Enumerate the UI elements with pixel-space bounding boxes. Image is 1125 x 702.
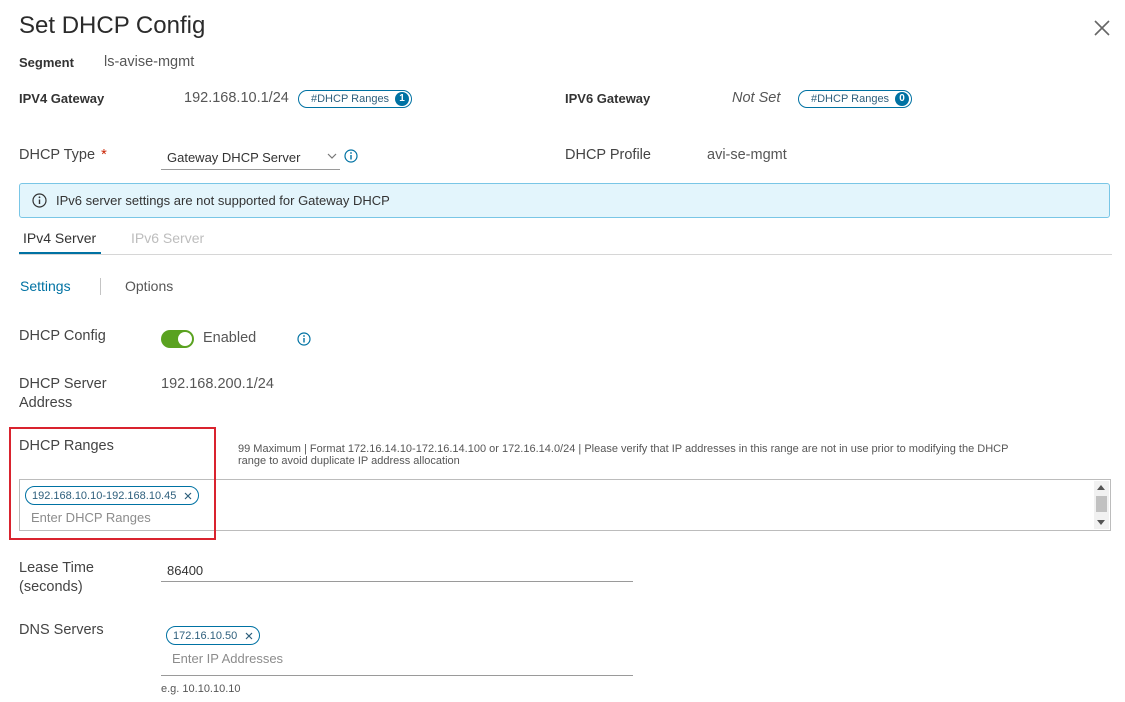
lease-time-label-line2: (seconds)	[19, 579, 83, 595]
dns-server-chip: 172.16.10.50	[166, 626, 261, 645]
tab-ipv4-server[interactable]: IPv4 Server	[23, 230, 96, 246]
alert-text: IPv6 server settings are not supported f…	[56, 193, 390, 208]
close-icon	[1094, 20, 1110, 36]
segment-value: ls-avise-mgmt	[104, 54, 195, 70]
ipv6-gateway-label: IPV6 Gateway	[565, 91, 651, 106]
dns-servers-underline	[161, 675, 633, 676]
scroll-down-arrow[interactable]	[1097, 520, 1105, 525]
ipv6-dhcp-ranges-label: #DHCP Ranges	[811, 93, 890, 105]
tab-divider	[19, 254, 1112, 255]
dialog-title: Set DHCP Config	[19, 12, 206, 39]
dns-servers-example: e.g. 10.10.10.10	[161, 683, 241, 695]
info-icon	[297, 332, 311, 346]
dhcp-type-label: DHCP Type *	[19, 147, 107, 163]
subnav-options[interactable]: Options	[125, 278, 173, 294]
dns-servers-label: DNS Servers	[19, 622, 104, 638]
dhcp-ranges-scrollbar[interactable]	[1094, 481, 1109, 529]
close-icon	[245, 632, 253, 639]
dhcp-server-address-value: 192.168.200.1/24	[161, 376, 274, 392]
dhcp-type-select[interactable]: Gateway DHCP Server	[161, 146, 340, 170]
dns-server-chip-label: 172.16.10.50	[173, 629, 238, 642]
ipv6-dhcp-ranges-button[interactable]: #DHCP Ranges 0	[798, 90, 913, 108]
dhcp-config-label: DHCP Config	[19, 328, 106, 344]
ipv6-gateway-value: Not Set	[732, 90, 781, 106]
segment-label: Segment	[19, 55, 74, 70]
dhcp-type-label-text: DHCP Type	[19, 147, 96, 163]
subnav-separator	[100, 278, 101, 295]
ipv6-dhcp-ranges-count: 0	[895, 92, 910, 106]
dhcp-server-address-label-line2: Address	[19, 395, 73, 411]
lease-time-input[interactable]: 86400	[167, 563, 203, 578]
lease-time-underline	[161, 581, 633, 582]
info-icon	[344, 149, 358, 163]
required-mark: *	[101, 147, 107, 163]
close-button[interactable]	[1091, 17, 1113, 39]
info-circle-icon	[32, 193, 47, 208]
dns-servers-input[interactable]: Enter IP Addresses	[172, 651, 283, 666]
scroll-thumb[interactable]	[1096, 496, 1107, 512]
dhcp-config-toggle-text: Enabled	[203, 330, 257, 346]
dhcp-profile-label: DHCP Profile	[565, 147, 651, 163]
dhcp-ranges-hint-line1: 99 Maximum | Format 172.16.14.10-172.16.…	[238, 443, 1009, 455]
dhcp-type-selected: Gateway DHCP Server	[167, 150, 301, 165]
ipv4-gateway-label: IPV4 Gateway	[19, 91, 105, 106]
info-alert: IPv6 server settings are not supported f…	[19, 183, 1110, 218]
subnav-settings[interactable]: Settings	[20, 278, 71, 294]
dhcp-profile-value: avi-se-mgmt	[707, 147, 787, 163]
dhcp-ranges-hint-line2: range to avoid duplicate IP address allo…	[238, 455, 460, 467]
dhcp-config-info[interactable]	[297, 332, 311, 351]
lease-time-label-line1: Lease Time	[19, 560, 94, 576]
dhcp-type-info[interactable]	[344, 149, 358, 168]
toggle-knob	[178, 332, 192, 346]
highlight-box	[9, 427, 216, 540]
dhcp-config-toggle[interactable]	[161, 330, 194, 348]
ipv4-dhcp-ranges-button[interactable]: #DHCP Ranges 1	[298, 90, 413, 108]
chevron-down-icon	[327, 153, 337, 159]
dhcp-server-address-label-line1: DHCP Server	[19, 376, 107, 392]
ipv4-dhcp-ranges-count: 1	[395, 92, 410, 106]
scroll-up-arrow[interactable]	[1097, 485, 1105, 490]
ipv4-gateway-value: 192.168.10.1/24	[184, 90, 289, 106]
ipv4-dhcp-ranges-label: #DHCP Ranges	[311, 93, 390, 105]
remove-chip-button[interactable]	[245, 632, 253, 640]
tab-ipv6-server[interactable]: IPv6 Server	[131, 230, 204, 246]
